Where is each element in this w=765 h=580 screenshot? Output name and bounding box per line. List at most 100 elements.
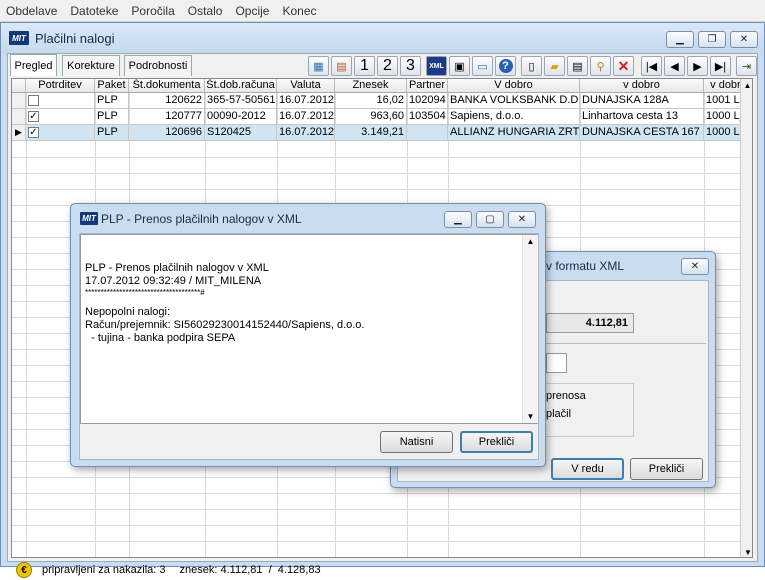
- cell-naslov: Linhartova cesta 13: [580, 109, 704, 125]
- prev-record-button[interactable]: ◀: [664, 56, 685, 76]
- xml-format-dialog-title: v formatu XML: [546, 259, 625, 273]
- tab-pregled[interactable]: Pregled: [10, 54, 57, 76]
- maximize-icon: ▢: [485, 214, 495, 225]
- cell-v-dobro: BANKA VOLKSBANK D.D.: [448, 93, 580, 109]
- table-row-selected[interactable]: ▶ ✓ PLP 120696 S120425 16.07.2012 3.149,…: [12, 125, 752, 141]
- level-3-button[interactable]: 3: [400, 56, 421, 76]
- app-logo: MIT: [9, 31, 29, 45]
- log-scrollbar[interactable]: ▲ ▼: [522, 235, 538, 423]
- tab-korekture[interactable]: Korekture: [62, 55, 120, 76]
- level-1-button[interactable]: 1: [354, 56, 375, 76]
- help-button[interactable]: ?: [495, 56, 516, 76]
- print-icon: ▤: [572, 60, 583, 73]
- xml-transfer-dialog: MIT PLP - Prenos plačilnih nalogov v XML…: [70, 203, 546, 467]
- xml-format-cancel-button[interactable]: Prekliči: [630, 458, 703, 480]
- natisni-button[interactable]: Natisni: [380, 431, 453, 453]
- scroll-down-icon[interactable]: ▼: [741, 548, 752, 557]
- option-placil[interactable]: plačil: [546, 408, 571, 420]
- dialog-title: PLP - Prenos plačilnih nalogov v XML: [101, 212, 302, 226]
- col-header-potrditev[interactable]: Potrditev: [26, 79, 95, 93]
- col-header-paket[interactable]: Paket: [95, 79, 129, 93]
- menu-konec[interactable]: Konec: [282, 4, 316, 18]
- log-textarea[interactable]: PLP - Prenos plačilnih nalogov v XML 17.0…: [80, 234, 538, 424]
- print-preview-button[interactable]: ▦: [308, 56, 329, 76]
- potrditev-checkbox[interactable]: ✓: [28, 127, 39, 138]
- cell-st-dokumenta: 120777: [129, 109, 205, 125]
- xml-format-close-button[interactable]: ✕: [681, 258, 709, 275]
- col-header-partner[interactable]: Partner: [407, 79, 448, 93]
- new-button[interactable]: ▯: [521, 56, 542, 76]
- exit-button[interactable]: ⇥: [736, 56, 757, 76]
- next-record-button[interactable]: ▶: [687, 56, 708, 76]
- tab-podrobnosti[interactable]: Podrobnosti: [124, 55, 192, 76]
- cell-partner: 103504: [407, 109, 448, 125]
- dialog-minimize-button[interactable]: ▁: [444, 211, 472, 228]
- close-icon: ✕: [517, 214, 527, 225]
- restore-button[interactable]: ❐: [698, 31, 726, 48]
- table-row[interactable]: ✓ PLP 120777 00090-2012 16.07.2012 963,6…: [12, 109, 752, 125]
- search-button[interactable]: ⚲: [590, 56, 611, 76]
- table-row[interactable]: PLP 120622 365-57-505618 16.07.2012 16,0…: [12, 93, 752, 109]
- menu-obdelave[interactable]: Obdelave: [6, 4, 57, 18]
- col-header-v-dobro-2[interactable]: v dobro: [580, 79, 704, 93]
- preklici-button[interactable]: Prekliči: [460, 431, 533, 453]
- xml-export-button[interactable]: XML: [426, 56, 447, 76]
- scroll-up-icon[interactable]: ▲: [523, 237, 538, 246]
- delete-button[interactable]: ✕: [613, 56, 634, 76]
- chat-icon: ▭: [477, 60, 488, 73]
- grid-scrollbar[interactable]: ▲ ▼: [740, 79, 752, 557]
- menu-porocila[interactable]: Poročila: [131, 4, 174, 18]
- input-field[interactable]: [546, 353, 567, 373]
- last-icon: ▶|: [714, 60, 727, 73]
- cell-valuta: 16.07.2012: [277, 125, 335, 141]
- window-titlebar: MIT Plačilni nalogi ▁ ❐ ✕: [1, 23, 764, 53]
- message-button[interactable]: ▭: [472, 56, 493, 76]
- level-2-button[interactable]: 2: [377, 56, 398, 76]
- option-prenosa[interactable]: prenosa: [546, 390, 586, 402]
- minimize-button[interactable]: ▁: [666, 31, 694, 48]
- cell-valuta: 16.07.2012: [277, 109, 335, 125]
- col-header-znesek[interactable]: Znesek: [335, 79, 407, 93]
- status-prepared: pripravljeni za nakazila: 3: [42, 564, 166, 576]
- scroll-down-icon[interactable]: ▼: [523, 412, 538, 421]
- col-header-st-dob-racuna[interactable]: Št.dob.računa: [205, 79, 277, 93]
- log-line: - tujina - banka podpira SEPA: [85, 331, 236, 344]
- potrditev-checkbox[interactable]: ✓: [28, 111, 39, 122]
- v-redu-button[interactable]: V redu: [551, 458, 624, 480]
- export-button[interactable]: ▤: [331, 56, 352, 76]
- menu-opcije[interactable]: Opcije: [235, 4, 269, 18]
- last-record-button[interactable]: ▶|: [710, 56, 731, 76]
- cell-v-dobro: Sapiens, d.o.o.: [448, 109, 580, 125]
- cell-partner: [407, 125, 448, 141]
- menu-datoteke[interactable]: Datoteke: [70, 4, 118, 18]
- col-header-v-dobro[interactable]: V dobro: [448, 79, 580, 93]
- col-header-st-dokumenta[interactable]: Št.dokumenta: [129, 79, 205, 93]
- dialog-maximize-button[interactable]: ▢: [476, 211, 504, 228]
- log-line: Nepopolni nalogi:: [85, 306, 171, 319]
- log-line: PLP - Prenos plačilnih nalogov v XML: [85, 261, 269, 274]
- potrditev-checkbox[interactable]: [28, 95, 39, 106]
- next-icon: ▶: [693, 60, 702, 73]
- close-button[interactable]: ✕: [730, 31, 758, 48]
- cell-st-dob-racuna: S120425: [205, 125, 277, 141]
- open-button[interactable]: ▰: [544, 56, 565, 76]
- dialog-logo: MIT: [80, 212, 98, 225]
- delete-x-icon: ✕: [617, 57, 630, 74]
- log-line: *************************************#: [85, 288, 205, 298]
- cell-paket: PLP: [95, 125, 129, 141]
- menu-bar: Obdelave Datoteke Poročila Ostalo Opcije…: [0, 0, 765, 22]
- print-button[interactable]: ▤: [567, 56, 588, 76]
- scroll-up-icon[interactable]: ▲: [741, 81, 752, 90]
- log-line: Račun/prejemnik: SI56029230014152440/Sap…: [85, 318, 365, 331]
- menu-ostalo[interactable]: Ostalo: [188, 4, 223, 18]
- col-header-valuta[interactable]: Valuta: [277, 79, 335, 93]
- calculator-button[interactable]: ▣: [449, 56, 470, 76]
- cell-znesek: 16,02: [335, 93, 407, 109]
- first-record-button[interactable]: |◀: [641, 56, 662, 76]
- dialog-close-button[interactable]: ✕: [508, 211, 536, 228]
- current-row-indicator-icon: ▶: [12, 125, 26, 141]
- close-icon: ✕: [739, 34, 749, 45]
- export-icon: ▤: [336, 60, 347, 73]
- restore-icon: ❐: [707, 34, 717, 45]
- cell-naslov: DUNAJSKA 128A: [580, 93, 704, 109]
